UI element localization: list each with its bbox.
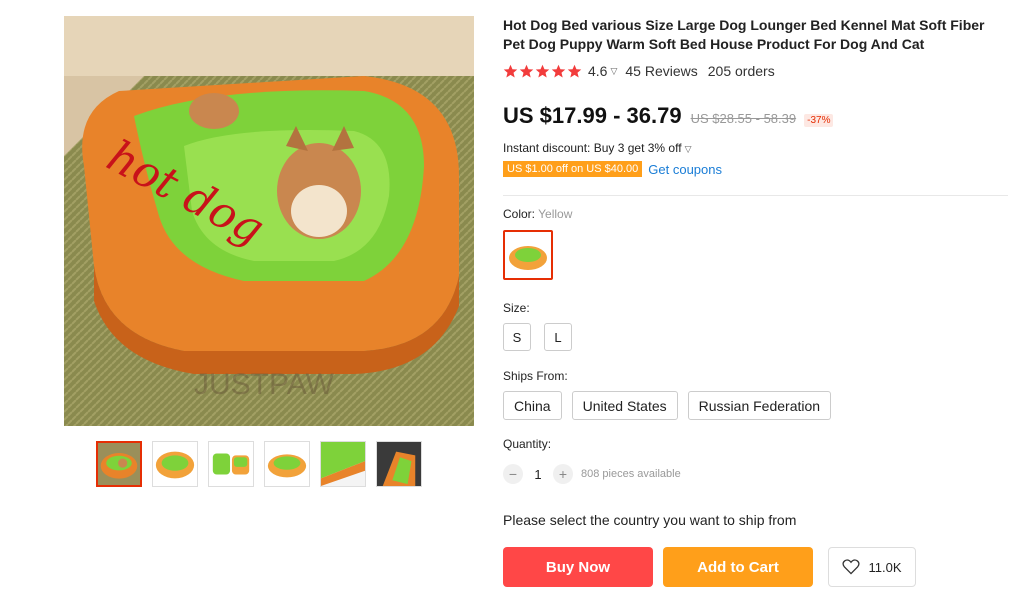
star-icon: [567, 64, 582, 77]
quantity-value[interactable]: 1: [523, 467, 553, 482]
hotdog-bed-closeup: [377, 442, 421, 486]
size-option-l[interactable]: L: [544, 323, 572, 351]
buy-now-button[interactable]: Buy Now: [503, 547, 653, 587]
star-icon: [535, 64, 550, 77]
ships-from-label: Ships From:: [503, 369, 568, 383]
thumbnail-5[interactable]: [320, 441, 366, 487]
rating-row: 4.6 ▽ 45 Reviews 205 orders: [503, 63, 1008, 79]
thumbnail-2[interactable]: [152, 441, 198, 487]
divider: [503, 195, 1008, 196]
hotdog-bed-plain: [265, 442, 309, 486]
coupon-badge: US $1.00 off on US $40.00: [503, 161, 643, 177]
product-info: Hot Dog Bed various Size Large Dog Loung…: [503, 16, 1008, 587]
thumbnail-3[interactable]: [208, 441, 254, 487]
product-title: Hot Dog Bed various Size Large Dog Loung…: [503, 17, 985, 52]
svg-text:JUSTPAW: JUSTPAW: [194, 368, 335, 401]
ship-note: Please select the country you want to sh…: [503, 512, 797, 528]
ship-option-china[interactable]: China: [503, 391, 562, 420]
original-price: US $28.55 - 58.39: [690, 111, 797, 126]
thumbnail-4[interactable]: [264, 441, 310, 487]
instant-discount[interactable]: Instant discount: Buy 3 get 3% off ▽: [503, 141, 1008, 155]
price-row: US $17.99 - 36.79 US $28.55 - 58.39 -37%: [503, 103, 1008, 129]
orders-count: 205 orders: [707, 63, 775, 79]
quantity-decrease-button[interactable]: −: [503, 464, 523, 484]
discount-badge: -37%: [804, 114, 834, 127]
size-options: S L: [503, 323, 1008, 351]
star-rating: [503, 64, 582, 79]
chevron-down-icon: ▽: [684, 144, 692, 154]
hotdog-bed-top: [153, 442, 197, 486]
ship-option-united-states[interactable]: United States: [571, 391, 678, 420]
ships-from-options: China United States Russian Federation: [503, 391, 1008, 420]
hotdog-bed-detail: [321, 442, 365, 486]
quantity-stepper: − 1 + 808 pieces available: [503, 464, 1008, 484]
main-product-image[interactable]: hot dog JUSTPAW: [64, 16, 474, 426]
thumbnail-1[interactable]: [96, 441, 142, 487]
reviews-link[interactable]: 45 Reviews: [625, 63, 697, 79]
hotdog-bed-swatch: [505, 232, 551, 278]
quantity-available: 808 pieces available: [581, 468, 681, 480]
instant-discount-text: Instant discount: Buy 3 get 3% off: [503, 141, 682, 155]
color-label: Color: Yellow: [503, 207, 1008, 221]
quantity-increase-button[interactable]: +: [553, 464, 573, 484]
hotdog-bed-parts: [209, 442, 253, 486]
color-label-text: Color:: [503, 207, 536, 221]
wishlist-count: 11.0K: [868, 559, 902, 575]
size-label: Size:: [503, 301, 530, 315]
hotdog-bed-photo: hot dog JUSTPAW: [64, 16, 474, 426]
star-icon: [519, 64, 534, 77]
coupon-row: US $1.00 off on US $40.00 Get coupons: [503, 161, 1008, 177]
thumbnail-strip: [96, 441, 422, 487]
color-value: Yellow: [538, 207, 573, 221]
star-icon: [503, 64, 518, 77]
quantity-label: Quantity:: [503, 437, 552, 451]
chevron-down-icon[interactable]: ▽: [610, 66, 617, 77]
color-swatch-yellow[interactable]: [503, 230, 553, 280]
add-to-cart-button[interactable]: Add to Cart: [663, 547, 813, 587]
get-coupons-link[interactable]: Get coupons: [648, 162, 722, 177]
rating-score[interactable]: 4.6: [588, 63, 607, 79]
heart-icon: [842, 559, 861, 575]
size-option-s[interactable]: S: [503, 323, 531, 351]
wishlist-button[interactable]: 11.0K: [828, 547, 916, 587]
ship-option-russian-federation[interactable]: Russian Federation: [687, 391, 832, 420]
current-price: US $17.99 - 36.79: [503, 103, 682, 128]
thumbnail-6[interactable]: [376, 441, 422, 487]
star-icon: [551, 64, 566, 77]
action-buttons: Buy Now Add to Cart 11.0K: [503, 547, 1008, 587]
hotdog-bed-dog: [98, 443, 140, 485]
